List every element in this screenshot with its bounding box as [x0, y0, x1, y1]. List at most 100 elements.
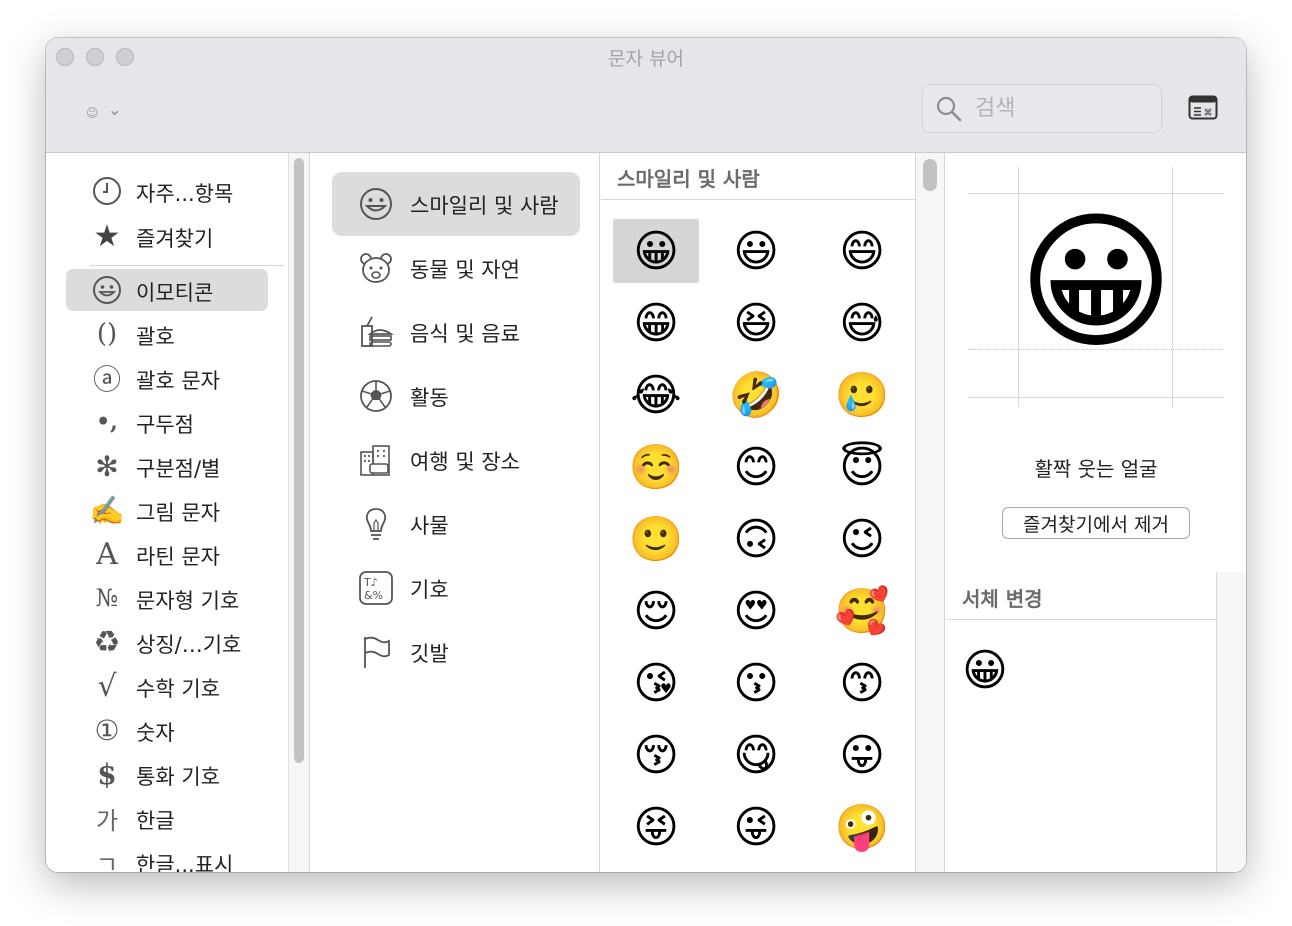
- emoji-cell[interactable]: 😗: [713, 651, 799, 715]
- subcategory-label: 깃발: [410, 642, 449, 666]
- variants-scroll-gutter: [1216, 572, 1246, 872]
- category-item-letterlike[interactable]: № 문자형 기호: [66, 577, 268, 619]
- category-label: 자주...항목: [136, 182, 234, 206]
- category-label: 괄호 문자: [136, 369, 220, 393]
- emoji-cell[interactable]: 😄: [819, 219, 905, 283]
- emoji-cell[interactable]: 😜: [713, 795, 799, 859]
- emoji-cell[interactable]: 😊: [713, 435, 799, 499]
- category-label: 구분점/별: [136, 457, 221, 481]
- category-item-technical[interactable]: ♻ 상징/…기호: [66, 621, 268, 663]
- scrollbar-thumb[interactable]: [923, 159, 937, 191]
- emoji-cell[interactable]: 😙: [819, 651, 905, 715]
- emoji-cell[interactable]: 🙂: [613, 507, 699, 571]
- emoji-panel: 스마일리 및 사람 😀 😃 😄 😁 😆 😅 😂 🤣 🥲 ☺️ 😊 😇 🙂 🙃 😉 😌 😍 🥰 😘 😗 😙 😚 😋 😛 😝 😜 🤪: [601, 153, 915, 872]
- emoji-cell[interactable]: 😀: [613, 219, 699, 283]
- remove-from-favorites-button[interactable]: 즐겨찾기에서 제거: [1002, 507, 1190, 539]
- emoji-cell[interactable]: 😛: [819, 723, 905, 787]
- scrollbar-thumb[interactable]: [294, 158, 304, 763]
- emoji-cell[interactable]: 😘: [613, 651, 699, 715]
- variant-emoji[interactable]: 😀: [962, 645, 1008, 696]
- emoji-cell[interactable]: 😆: [713, 291, 799, 355]
- category-item-math[interactable]: √ 수학 기호: [66, 665, 268, 707]
- category-item-hangul[interactable]: 가 한글: [66, 797, 268, 839]
- emoji-cell[interactable]: ☺️: [613, 435, 699, 499]
- parentheses-icon: (): [96, 319, 118, 349]
- category-item-enclosed[interactable]: ⓐ 괄호 문자: [66, 357, 268, 399]
- emoji-cell[interactable]: 😂: [613, 363, 699, 427]
- emoji-cell[interactable]: 😃: [713, 219, 799, 283]
- writing-hand-icon: ✍: [89, 493, 125, 527]
- subcategory-animals-nature[interactable]: 동물 및 자연: [332, 236, 580, 300]
- emoji-cell[interactable]: 😅: [819, 291, 905, 355]
- subcategory-flags[interactable]: 깃발: [332, 620, 580, 684]
- category-item-punctuation[interactable]: •, 구두점: [66, 401, 268, 443]
- subcategory-label: 기호: [410, 578, 449, 602]
- punctuation-icon: •,: [96, 409, 118, 435]
- search-field[interactable]: [922, 84, 1162, 133]
- category-label: 그림 문자: [136, 501, 220, 525]
- emoji-cell[interactable]: 😚: [613, 723, 699, 787]
- font-variation-header: 서체 변경: [946, 572, 1216, 620]
- subcategory-symbols[interactable]: T♪ &% 기호: [332, 556, 580, 620]
- category-item-latin[interactable]: A 라틴 문자: [66, 533, 268, 575]
- subcategory-activity[interactable]: 활동: [332, 364, 580, 428]
- smiley-icon: ☺: [86, 106, 99, 120]
- category-label: 수학 기호: [136, 677, 220, 701]
- flag-icon: [364, 636, 390, 668]
- category-item-frequent[interactable]: 자주...항목: [66, 170, 268, 212]
- category-item-currency[interactable]: $ 통화 기호: [66, 753, 268, 795]
- category-item-emoji[interactable]: 이모티콘: [66, 269, 268, 311]
- subcategory-label: 활동: [410, 386, 449, 410]
- bear-icon: [360, 253, 392, 283]
- emoji-cell[interactable]: 😋: [713, 723, 799, 787]
- building-icon: [360, 445, 390, 476]
- emoji-cell[interactable]: 🥰: [819, 579, 905, 643]
- emoji-cell[interactable]: 🤪: [819, 795, 905, 859]
- search-input[interactable]: [975, 93, 1145, 123]
- glyph-preview: 😀: [968, 167, 1224, 407]
- sidebar-scrollbar[interactable]: [288, 153, 310, 872]
- category-item-hangul-marks[interactable]: ㄱ 한글...표시: [66, 841, 268, 873]
- emoji-cell[interactable]: 🙃: [713, 507, 799, 571]
- emoji-cell[interactable]: 🤣: [713, 363, 799, 427]
- detail-panel: 😀 활짝 웃는 얼굴 즐겨찾기에서 제거 서체 변경 😀: [946, 153, 1246, 872]
- category-label: 이모티콘: [136, 281, 214, 305]
- title-bar: 문자 뷰어 ☺ ⌄ ⌘: [46, 38, 1246, 153]
- emoji-cell[interactable]: 😁: [613, 291, 699, 355]
- emoji-cell[interactable]: 😝: [613, 795, 699, 859]
- star-icon: ★: [93, 218, 121, 254]
- emoji-cell[interactable]: 😇: [819, 435, 905, 499]
- emoji-cell[interactable]: 😍: [713, 579, 799, 643]
- category-label: 통화 기호: [136, 765, 220, 789]
- category-sidebar: 자주...항목 ★ 즐겨찾기 이모티콘 () 괄호 ⓐ 괄호 문자 •, 구두점…: [46, 153, 288, 872]
- subcategory-smileys-people[interactable]: 스마일리 및 사람: [332, 172, 580, 236]
- subcategory-travel-places[interactable]: 여행 및 장소: [332, 428, 580, 492]
- category-label: 문자형 기호: [136, 589, 240, 613]
- category-item-brackets[interactable]: () 괄호: [66, 313, 268, 355]
- preview-emoji: 😀: [1017, 196, 1175, 370]
- category-label: 상징/…기호: [136, 633, 242, 657]
- soccer-ball-icon: [360, 380, 392, 412]
- subcategory-list: 스마일리 및 사람 동물 및 자연 음식 및 음료 활동 여행 및 장소 사물 …: [310, 153, 600, 872]
- subcategory-food-drink[interactable]: 음식 및 음료: [332, 300, 580, 364]
- numero-icon: №: [95, 584, 119, 612]
- category-item-favorites[interactable]: ★ 즐겨찾기: [66, 215, 268, 257]
- category-item-pictographs[interactable]: ✍ 그림 문자: [66, 489, 268, 531]
- square-root-icon: √: [97, 668, 117, 704]
- lightbulb-icon: [365, 508, 387, 540]
- smiley-icon: [90, 273, 124, 307]
- subcategory-objects[interactable]: 사물: [332, 492, 580, 556]
- category-item-digits[interactable]: ① 숫자: [66, 709, 268, 751]
- category-item-bullets[interactable]: ✻ 구분점/별: [66, 445, 268, 487]
- emoji-cell[interactable]: 🥲: [819, 363, 905, 427]
- viewer-body: 자주...항목 ★ 즐겨찾기 이모티콘 () 괄호 ⓐ 괄호 문자 •, 구두점…: [46, 153, 1246, 872]
- emoji-cell[interactable]: 😌: [613, 579, 699, 643]
- emoji-cell[interactable]: 😉: [819, 507, 905, 571]
- search-icon: [936, 96, 962, 122]
- subcategory-label: 동물 및 자연: [410, 258, 520, 282]
- circled-one-icon: ①: [94, 713, 120, 747]
- svg-text:⌘: ⌘: [1204, 109, 1213, 119]
- emoji-scrollbar[interactable]: [915, 153, 945, 872]
- keyboard-viewer-icon[interactable]: ⌘: [1188, 95, 1218, 121]
- view-mode-dropdown[interactable]: ☺ ⌄: [86, 100, 130, 126]
